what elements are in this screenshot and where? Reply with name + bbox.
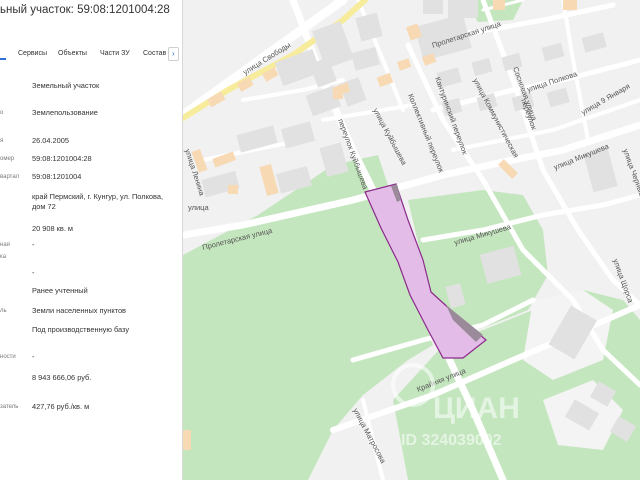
watermark-id: ID 324039002 — [401, 432, 502, 449]
tab-parcel-parts[interactable]: Части ЗУ — [100, 50, 130, 57]
cadastral-map[interactable]: улица Свободы Пролетарская улица улица П… — [183, 0, 640, 480]
tab-info[interactable] — [0, 50, 6, 60]
chevron-right-icon: › — [172, 49, 175, 58]
tab-objects[interactable]: Объекты — [58, 50, 87, 57]
tab-composition[interactable]: Состав — [143, 50, 166, 57]
tabs-scroll-right-button[interactable]: › — [168, 47, 179, 61]
street-label-ulitsa: улица — [188, 203, 209, 212]
page-title: ьный участок: 59:08:1201004:28 — [0, 4, 170, 16]
map-canvas[interactable]: улица Свободы Пролетарская улица улица П… — [183, 0, 640, 480]
tab-services[interactable]: Сервисы — [18, 50, 47, 57]
parcel-info-panel: ьный участок: 59:08:1201004:28 Сервисы О… — [0, 0, 183, 480]
tab-bar: Сервисы Объекты Части ЗУ Состав › — [0, 47, 182, 68]
watermark-text: ЦИАН — [433, 392, 520, 425]
